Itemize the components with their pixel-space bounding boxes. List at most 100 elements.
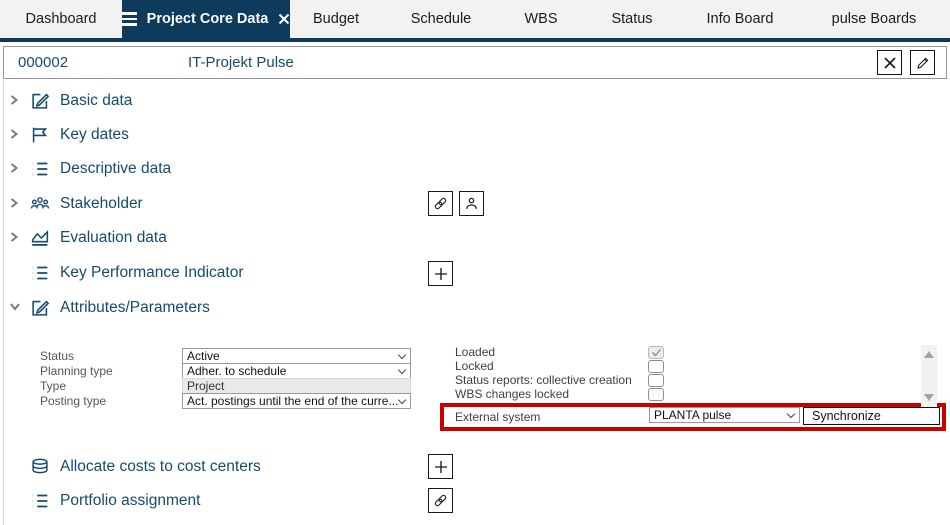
chevron-right-icon[interactable] [8,93,20,107]
tab-label: Budget [313,11,359,27]
checkbox-label-locked: Locked [455,359,494,373]
list-icon [29,490,51,512]
plus-icon [432,265,450,283]
locked-checkbox[interactable] [648,360,664,373]
hamburger-icon[interactable] [122,12,137,26]
link-stakeholder-button[interactable] [428,191,453,216]
external-system-select[interactable]: PLANTA pulse [649,407,800,423]
checkbox-label-loaded: Loaded [455,345,495,359]
form-scrollbar[interactable] [921,345,937,407]
field-label-planning-type: Planning type [40,364,113,378]
link-portfolio-button[interactable] [428,488,453,513]
active-tab-underline [0,38,950,42]
link-icon [432,492,449,509]
section-label: Key dates [60,123,129,147]
section-allocate-costs[interactable]: Allocate costs to cost centers [0,455,430,479]
section-attributes-parameters[interactable]: Attributes/Parameters [0,296,430,320]
tab-label: pulse Boards [832,11,917,27]
section-basic-data[interactable]: Basic data [0,89,430,113]
loaded-checkbox [648,346,664,359]
section-label: Key Performance Indicator [60,261,244,285]
tab-budget[interactable]: Budget [290,0,382,38]
status-reports-checkbox[interactable] [648,374,664,387]
tab-label: Status [611,11,652,27]
tab-info-board[interactable]: Info Board [682,0,798,38]
list-icon [29,262,51,284]
chevron-right-icon[interactable] [8,127,20,141]
edit-project-button[interactable] [910,50,935,75]
person-icon [463,195,480,212]
field-label-status: Status [40,349,74,363]
section-label: Descriptive data [60,157,171,181]
posting-type-select[interactable]: Act. postings until the end of the curre… [182,393,411,409]
check-icon [651,348,662,357]
section-stakeholder[interactable]: Stakeholder [0,192,430,216]
checkbox-label-status-reports: Status reports: collective creation [455,373,632,387]
chevron-down-icon [398,366,406,374]
add-cost-center-button[interactable] [428,454,453,479]
chart-icon [29,227,51,249]
field-label-external-system: External system [455,410,540,424]
flag-icon [29,124,51,146]
tab-pulse-boards[interactable]: pulse Boards [798,0,950,38]
tab-dashboard[interactable]: Dashboard [0,0,122,38]
chevron-right-icon[interactable] [8,230,20,244]
tab-wbs[interactable]: WBS [500,0,582,38]
external-system-value: PLANTA pulse [654,408,731,422]
project-name: IT-Projekt Pulse [188,47,294,78]
section-key-dates[interactable]: Key dates [0,123,430,147]
close-icon[interactable] [278,13,290,25]
section-label: Allocate costs to cost centers [60,455,261,479]
type-readonly-field: Project [182,378,411,394]
close-icon [882,55,898,71]
section-key-performance-indicator[interactable]: Key Performance Indicator [0,261,430,285]
tab-schedule[interactable]: Schedule [382,0,500,38]
project-id: 000002 [18,47,68,78]
tab-project-core-data[interactable]: Project Core Data [122,0,290,38]
project-header-bar: 000002 IT-Projekt Pulse [3,46,947,79]
section-label: Stakeholder [60,192,143,216]
chevron-down-icon [398,351,406,359]
wbs-changes-locked-checkbox[interactable] [648,388,664,401]
checkbox-label-wbs-changes-locked: WBS changes locked [455,387,569,401]
edit-icon [29,297,51,319]
status-select[interactable]: Active [182,348,411,364]
section-label: Evaluation data [60,226,167,250]
pencil-icon [915,55,931,71]
link-icon [432,195,449,212]
synchronize-button[interactable]: Synchronize [803,407,940,425]
chevron-down-icon[interactable] [8,300,22,312]
tab-label: WBS [524,11,557,27]
status-value: Active [187,349,220,363]
chevron-down-icon [787,410,795,418]
section-label: Basic data [60,89,132,113]
edit-icon [29,90,51,112]
section-label: Attributes/Parameters [60,296,210,320]
chevron-down-icon [398,396,406,404]
section-evaluation-data[interactable]: Evaluation data [0,226,430,250]
chevron-right-icon[interactable] [8,161,20,175]
field-label-type: Type [40,379,66,393]
add-stakeholder-person-button[interactable] [459,191,484,216]
close-project-button[interactable] [877,50,902,75]
section-portfolio-assignment[interactable]: Portfolio assignment [0,489,430,513]
tab-label: Info Board [707,11,774,27]
section-descriptive-data[interactable]: Descriptive data [0,157,430,181]
section-label: Portfolio assignment [60,489,200,513]
planning-type-value: Adher. to schedule [187,364,286,378]
chevron-right-icon[interactable] [8,196,20,210]
list-icon [29,158,51,180]
people-icon [29,193,51,215]
field-label-posting-type: Posting type [40,394,106,408]
planta-project-window: Dashboard Project Core Data Budget Sched… [0,0,950,525]
tab-status[interactable]: Status [582,0,682,38]
tab-label: Schedule [411,11,471,27]
plus-icon [432,458,450,476]
scroll-up-icon[interactable] [924,351,934,358]
tab-bar: Dashboard Project Core Data Budget Sched… [0,0,950,38]
scroll-down-icon[interactable] [924,394,934,401]
database-icon [29,456,51,478]
add-kpi-button[interactable] [428,261,453,286]
planning-type-select[interactable]: Adher. to schedule [182,363,411,379]
posting-type-value: Act. postings until the end of the curre… [187,394,398,408]
